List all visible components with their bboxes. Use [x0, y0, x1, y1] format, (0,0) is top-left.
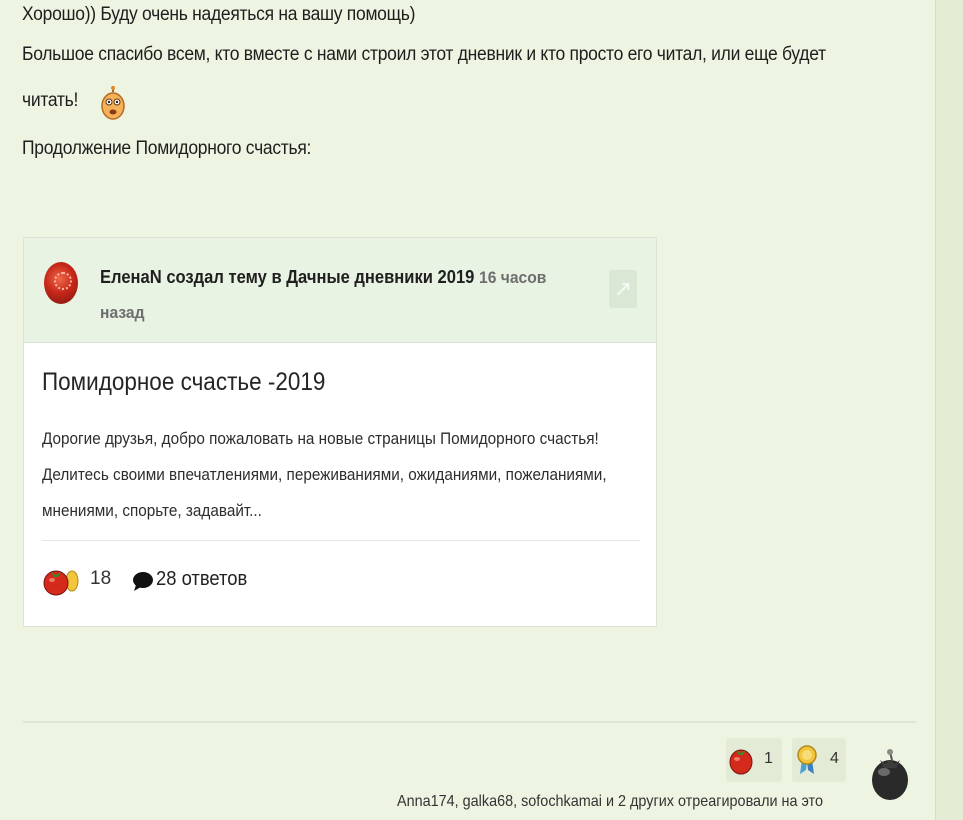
medal-reaction-count: 4: [830, 750, 839, 767]
comment-icon: [133, 572, 153, 591]
reactions-summary[interactable]: Anna174, galka68, sofochkamai и 2 других…: [397, 793, 823, 811]
reactions-icon: [43, 570, 79, 596]
post-text-line-1: Хорошо)) Буду очень надеяться на вашу по…: [22, 4, 416, 25]
divider: [42, 540, 640, 541]
author-avatar[interactable]: [44, 262, 78, 304]
post-text-line-3: читать!: [22, 90, 79, 111]
tomato-reaction-count: 1: [764, 750, 773, 767]
sidebar-edge: [935, 0, 963, 820]
reactions-count: 18: [90, 568, 112, 589]
smiley-icon: [101, 86, 125, 120]
topic-title[interactable]: Помидорное счастье -2019: [42, 368, 325, 397]
share-arrow-icon[interactable]: ↗: [609, 270, 637, 308]
medal-reaction-badge[interactable]: 4: [792, 738, 846, 782]
bomb-avatar-icon[interactable]: [868, 748, 912, 802]
post-text-line-4: Продолжение Помидорного счастья:: [22, 138, 312, 159]
tomato-icon: [729, 749, 753, 775]
page: Хорошо)) Буду очень надеяться на вашу по…: [0, 0, 963, 820]
tomato-reaction-badge[interactable]: 1: [726, 738, 782, 782]
divider: [23, 721, 916, 723]
post-text-line-2: Большое спасибо всем, кто вместе с нами …: [22, 44, 826, 65]
medal-icon: [797, 745, 817, 774]
author-line[interactable]: ЕленаN создал тему в Дачные дневники 201…: [100, 267, 474, 287]
replies-count[interactable]: 28 ответов: [156, 568, 247, 591]
topic-excerpt: Дорогие друзья, добро пожаловать на новы…: [42, 429, 607, 520]
card-header: ЕленаN создал тему в Дачные дневники 201…: [24, 238, 656, 343]
card-header-text: ЕленаN создал тему в Дачные дневники 201…: [100, 260, 560, 330]
embedded-topic-card[interactable]: ЕленаN создал тему в Дачные дневники 201…: [23, 237, 657, 627]
